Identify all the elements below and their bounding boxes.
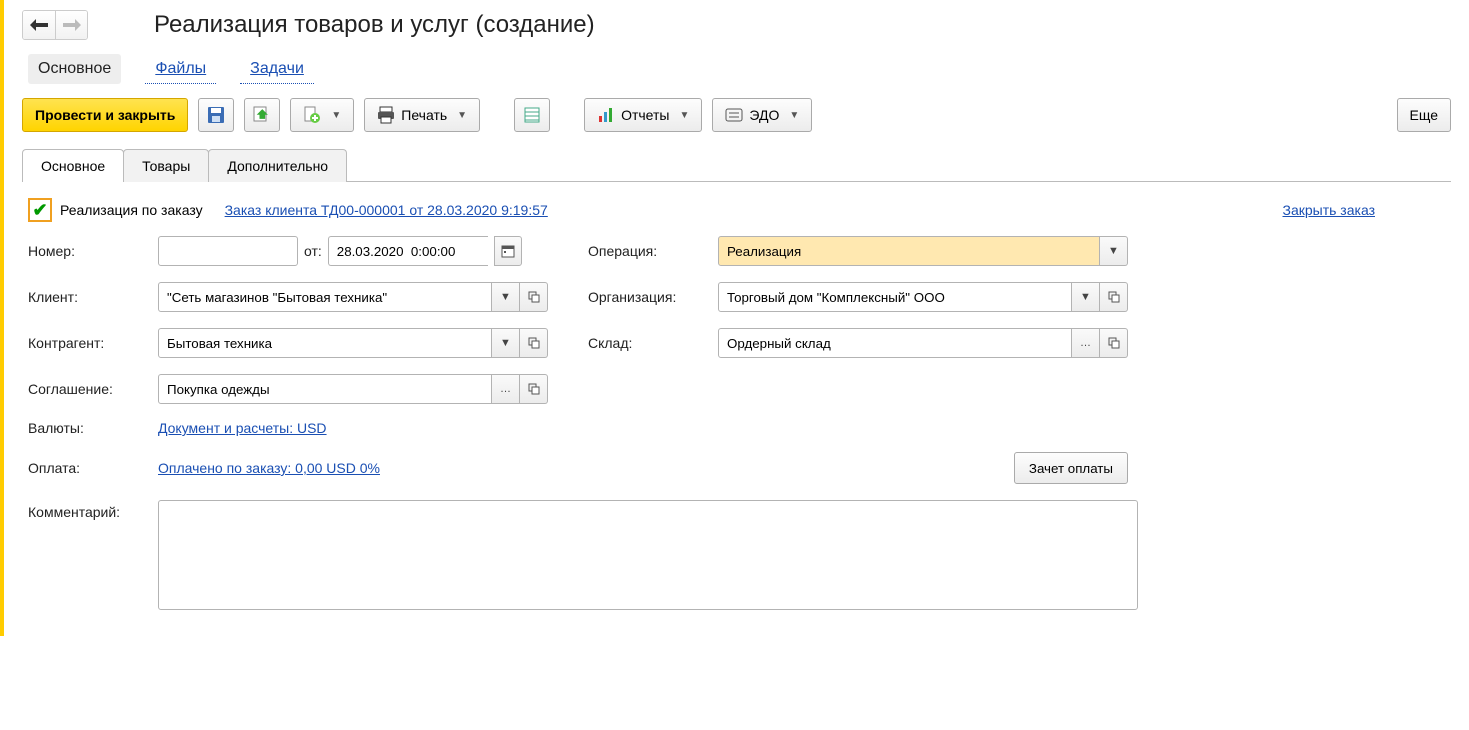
currency-link[interactable]: Документ и расчеты: USD [158,420,327,436]
operation-dropdown-button[interactable]: ▼ [1100,236,1128,266]
section-tasks[interactable]: Задачи [240,54,314,84]
counterparty-dropdown-button[interactable]: ▼ [492,328,520,358]
reports-label: Отчеты [621,107,669,123]
more-button[interactable]: Еще [1397,98,1452,132]
register-button[interactable] [514,98,550,132]
floppy-icon [207,106,225,124]
caret-down-icon: ▼ [1108,245,1119,257]
doc-plus-icon [303,106,321,124]
agreement-select-button[interactable] [492,374,520,404]
payment-offset-button[interactable]: Зачет оплаты [1014,452,1128,484]
payment-label: Оплата: [28,460,158,476]
customer-order-link[interactable]: Заказ клиента ТД00-000001 от 28.03.2020 … [225,202,548,218]
content-tabs: Основное Товары Дополнительно [22,148,1451,182]
caret-down-icon: ▼ [457,110,467,121]
warehouse-label: Склад: [588,335,718,351]
edo-button[interactable]: ЭДО ▼ [712,98,812,132]
warehouse-input[interactable] [718,328,1072,358]
post-button[interactable] [244,98,280,132]
comment-textarea[interactable] [158,500,1138,610]
operation-input[interactable] [718,236,1100,266]
toolbar: Провести и закрыть ▼ Печать ▼ Отчеты ▼ Э [22,98,1451,132]
check-icon: ✔ [32,201,47,219]
number-input[interactable] [158,236,298,266]
counterparty-label: Контрагент: [28,335,158,351]
caret-down-icon: ▼ [500,337,511,349]
close-order-link[interactable]: Закрыть заказ [1283,202,1376,218]
currencies-label: Валюты: [28,420,158,436]
nav-arrows [22,10,88,40]
calendar-icon [501,244,515,258]
client-input[interactable] [158,282,492,312]
open-icon [528,337,540,349]
organization-open-button[interactable] [1100,282,1128,312]
client-dropdown-button[interactable]: ▼ [492,282,520,312]
client-label: Клиент: [28,289,158,305]
calendar-button[interactable] [494,236,522,266]
caret-down-icon: ▼ [500,291,511,303]
caret-down-icon: ▼ [1080,291,1091,303]
tab-main[interactable]: Основное [22,149,124,182]
post-and-close-button[interactable]: Провести и закрыть [22,98,188,132]
nav-forward-button[interactable] [55,11,87,39]
counterparty-input[interactable] [158,328,492,358]
payment-link[interactable]: Оплачено по заказу: 0,00 USD 0% [158,460,380,476]
operation-label: Операция: [588,243,718,259]
from-label: от: [304,243,322,259]
warehouse-open-button[interactable] [1100,328,1128,358]
order-checkbox[interactable]: ✔ [28,198,52,222]
order-checkbox-label: Реализация по заказу [60,202,203,218]
number-label: Номер: [28,243,158,259]
date-input[interactable] [328,236,488,266]
tab-goods[interactable]: Товары [123,149,209,182]
open-icon [1108,291,1120,303]
table-icon [523,106,541,124]
caret-down-icon: ▼ [331,110,341,121]
organization-label: Организация: [588,289,718,305]
open-icon [528,291,540,303]
edo-label: ЭДО [749,107,779,123]
create-based-on-button[interactable]: ▼ [290,98,354,132]
edo-icon [725,106,743,124]
reports-button[interactable]: Отчеты ▼ [584,98,702,132]
nav-back-button[interactable] [23,11,55,39]
chart-icon [597,106,615,124]
print-button[interactable]: Печать ▼ [364,98,480,132]
agreement-label: Соглашение: [28,381,158,397]
open-icon [1108,337,1120,349]
save-button[interactable] [198,98,234,132]
comment-label: Комментарий: [28,504,120,520]
warehouse-select-button[interactable] [1072,328,1100,358]
section-nav: Основное Файлы Задачи [22,54,1451,84]
tab-extra[interactable]: Дополнительно [208,149,347,182]
counterparty-open-button[interactable] [520,328,548,358]
page-title: Реализация товаров и услуг (создание) [154,11,595,39]
agreement-open-button[interactable] [520,374,548,404]
print-label: Печать [401,107,447,123]
section-main[interactable]: Основное [28,54,121,84]
agreement-input[interactable] [158,374,492,404]
caret-down-icon: ▼ [679,110,689,121]
section-files[interactable]: Файлы [145,54,216,84]
post-icon [253,106,271,124]
organization-input[interactable] [718,282,1072,312]
open-icon [528,383,540,395]
organization-dropdown-button[interactable]: ▼ [1072,282,1100,312]
caret-down-icon: ▼ [789,110,799,121]
client-open-button[interactable] [520,282,548,312]
printer-icon [377,106,395,124]
